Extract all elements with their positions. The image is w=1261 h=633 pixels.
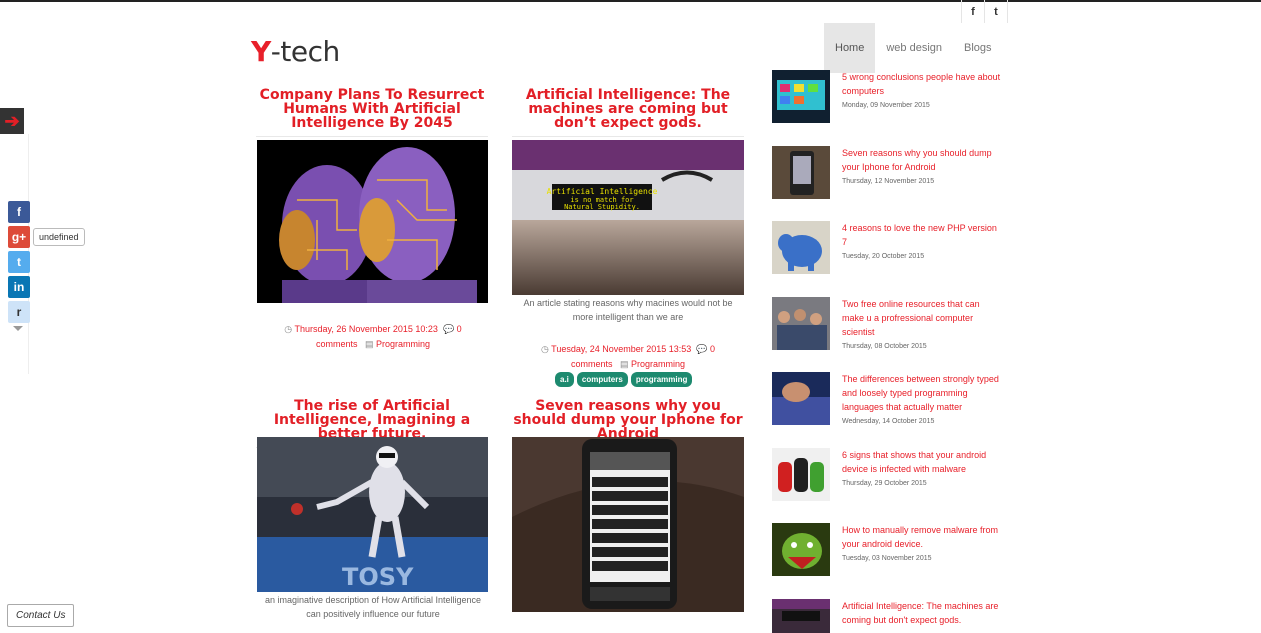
post-comments-count[interactable]: 0 [710, 344, 715, 354]
post-image[interactable] [512, 437, 744, 612]
share-toggle-arrow-icon[interactable]: ➔ [0, 108, 24, 134]
sidebar-article-title[interactable]: Seven reasons why you should dump your I… [842, 146, 1002, 174]
post-meta: ◷ Tuesday, 24 November 2015 13:53 💬 0 co… [512, 342, 744, 372]
sidebar-article[interactable]: The differences between strongly typed a… [772, 372, 1002, 426]
clock-icon: ◷ [540, 344, 549, 354]
twitter-share-icon[interactable]: t [8, 251, 30, 273]
post-title[interactable]: Company Plans To Resurrect Humans With A… [256, 88, 488, 137]
post-category[interactable]: Programming [631, 359, 685, 369]
nav-home[interactable]: Home [824, 23, 876, 73]
post-image[interactable]: Artificial Intelligence is no match for … [512, 140, 744, 295]
post-title[interactable]: Artificial Intelligence: The machines ar… [512, 88, 744, 137]
chevron-down-icon[interactable] [13, 326, 23, 331]
sidebar-article[interactable]: 6 signs that shows that your android dev… [772, 448, 1002, 502]
post-caption: an imaginative description of How Artifi… [264, 595, 482, 619]
post-caption: An article stating reasons why macines w… [523, 298, 733, 322]
tag-pill[interactable]: computers [576, 372, 628, 387]
logo-letter: Y [251, 35, 271, 68]
sidebar-article[interactable]: 5 wrong conclusions people have about co… [772, 70, 1002, 124]
post-date: Thursday, 26 November 2015 10:23 [294, 324, 438, 334]
sidebar-article[interactable]: 4 reasons to love the new PHP version 7 … [772, 221, 1002, 275]
post-card: Company Plans To Resurrect Humans With A… [256, 88, 488, 137]
sidebar-article-title[interactable]: 5 wrong conclusions people have about co… [842, 70, 1002, 98]
post-comments-count[interactable]: 0 [457, 324, 462, 334]
tag-pill[interactable]: a.i [555, 372, 574, 387]
sidebar-article-title[interactable]: How to manually remove malware from your… [842, 523, 1002, 551]
sidebar-article-date: Tuesday, 20 October 2015 [842, 253, 925, 260]
sidebar-article[interactable]: Seven reasons why you should dump your I… [772, 146, 1002, 200]
category-icon: ▤ [364, 339, 374, 349]
post-tags: a.i computers programming [555, 372, 693, 387]
post-date: Tuesday, 24 November 2015 13:53 [551, 344, 692, 354]
linkedin-share-icon[interactable]: in [8, 276, 30, 298]
google-plus-share-icon[interactable]: g+ [8, 226, 30, 248]
sidebar-article-date: Thursday, 08 October 2015 [842, 343, 927, 350]
sidebar-article[interactable]: How to manually remove malware from your… [772, 523, 1002, 577]
sidebar-article-title[interactable]: Two free online resources that can make … [842, 297, 1002, 339]
svg-text:Natural Stupidity.: Natural Stupidity. [564, 203, 640, 211]
sidebar-article-title[interactable]: 6 signs that shows that your android dev… [842, 448, 1002, 476]
post-meta: ◷ Thursday, 26 November 2015 10:23 💬 0 c… [257, 322, 489, 352]
facebook-share-icon[interactable]: f [8, 201, 30, 223]
share-count-label: undefined [33, 228, 85, 246]
main-nav: Home web design Blogs [824, 23, 1003, 73]
facebook-icon[interactable]: f [961, 0, 984, 23]
sidebar-article-date: Tuesday, 03 November 2015 [842, 555, 932, 562]
clock-icon: ◷ [284, 324, 293, 334]
sidebar-article[interactable]: Two free online resources that can make … [772, 297, 1002, 351]
post-image[interactable] [257, 140, 488, 303]
sidebar-thumb[interactable] [772, 448, 830, 501]
logo-text: -tech [270, 35, 340, 68]
sidebar-thumb[interactable] [772, 599, 830, 633]
sidebar-thumb[interactable] [772, 372, 830, 425]
sidebar-article-title[interactable]: 4 reasons to love the new PHP version 7 [842, 221, 1002, 249]
post-image[interactable]: TOSY [257, 437, 488, 592]
category-icon: ▤ [619, 359, 629, 369]
post-comments-label[interactable]: comments [316, 339, 358, 349]
sidebar-article[interactable]: Artificial Intelligence: The machines ar… [772, 599, 1002, 633]
sidebar-thumb[interactable] [772, 70, 830, 123]
sidebar-article-date: Thursday, 29 October 2015 [842, 480, 927, 487]
comment-icon: 💬 [696, 344, 708, 354]
twitter-icon[interactable]: t [984, 0, 1008, 23]
top-social-bar: f t [961, 0, 1008, 23]
sidebar-thumb[interactable] [772, 523, 830, 576]
sidebar-article-date: Wednesday, 14 October 2015 [842, 418, 935, 425]
post-card: Artificial Intelligence: The machines ar… [512, 88, 744, 137]
sidebar-article-title[interactable]: Artificial Intelligence: The machines ar… [842, 599, 1002, 627]
svg-text:Artificial Intelligence: Artificial Intelligence [547, 187, 658, 196]
post-comments-label[interactable]: comments [571, 359, 613, 369]
site-logo[interactable]: Y-tech [251, 35, 340, 68]
tag-pill[interactable]: programming [630, 372, 693, 387]
sidebar-thumb[interactable] [772, 221, 830, 274]
comment-icon: 💬 [442, 324, 455, 334]
sidebar-thumb[interactable] [772, 146, 830, 199]
nav-blogs[interactable]: Blogs [953, 23, 1003, 73]
sidebar-article-title[interactable]: The differences between strongly typed a… [842, 372, 1002, 414]
contact-us-button[interactable]: Contact Us [7, 604, 75, 627]
sidebar-article-date: Monday, 09 November 2015 [842, 102, 930, 109]
top-border [0, 0, 1261, 2]
share-buttons: f g+ t in r [8, 201, 30, 326]
sidebar-thumb[interactable] [772, 297, 830, 350]
post-category[interactable]: Programming [376, 339, 430, 349]
nav-web-design[interactable]: web design [875, 23, 953, 73]
reddit-share-icon[interactable]: r [8, 301, 30, 323]
post-image-text: TOSY [342, 563, 414, 591]
sidebar-article-date: Thursday, 12 November 2015 [842, 178, 935, 185]
